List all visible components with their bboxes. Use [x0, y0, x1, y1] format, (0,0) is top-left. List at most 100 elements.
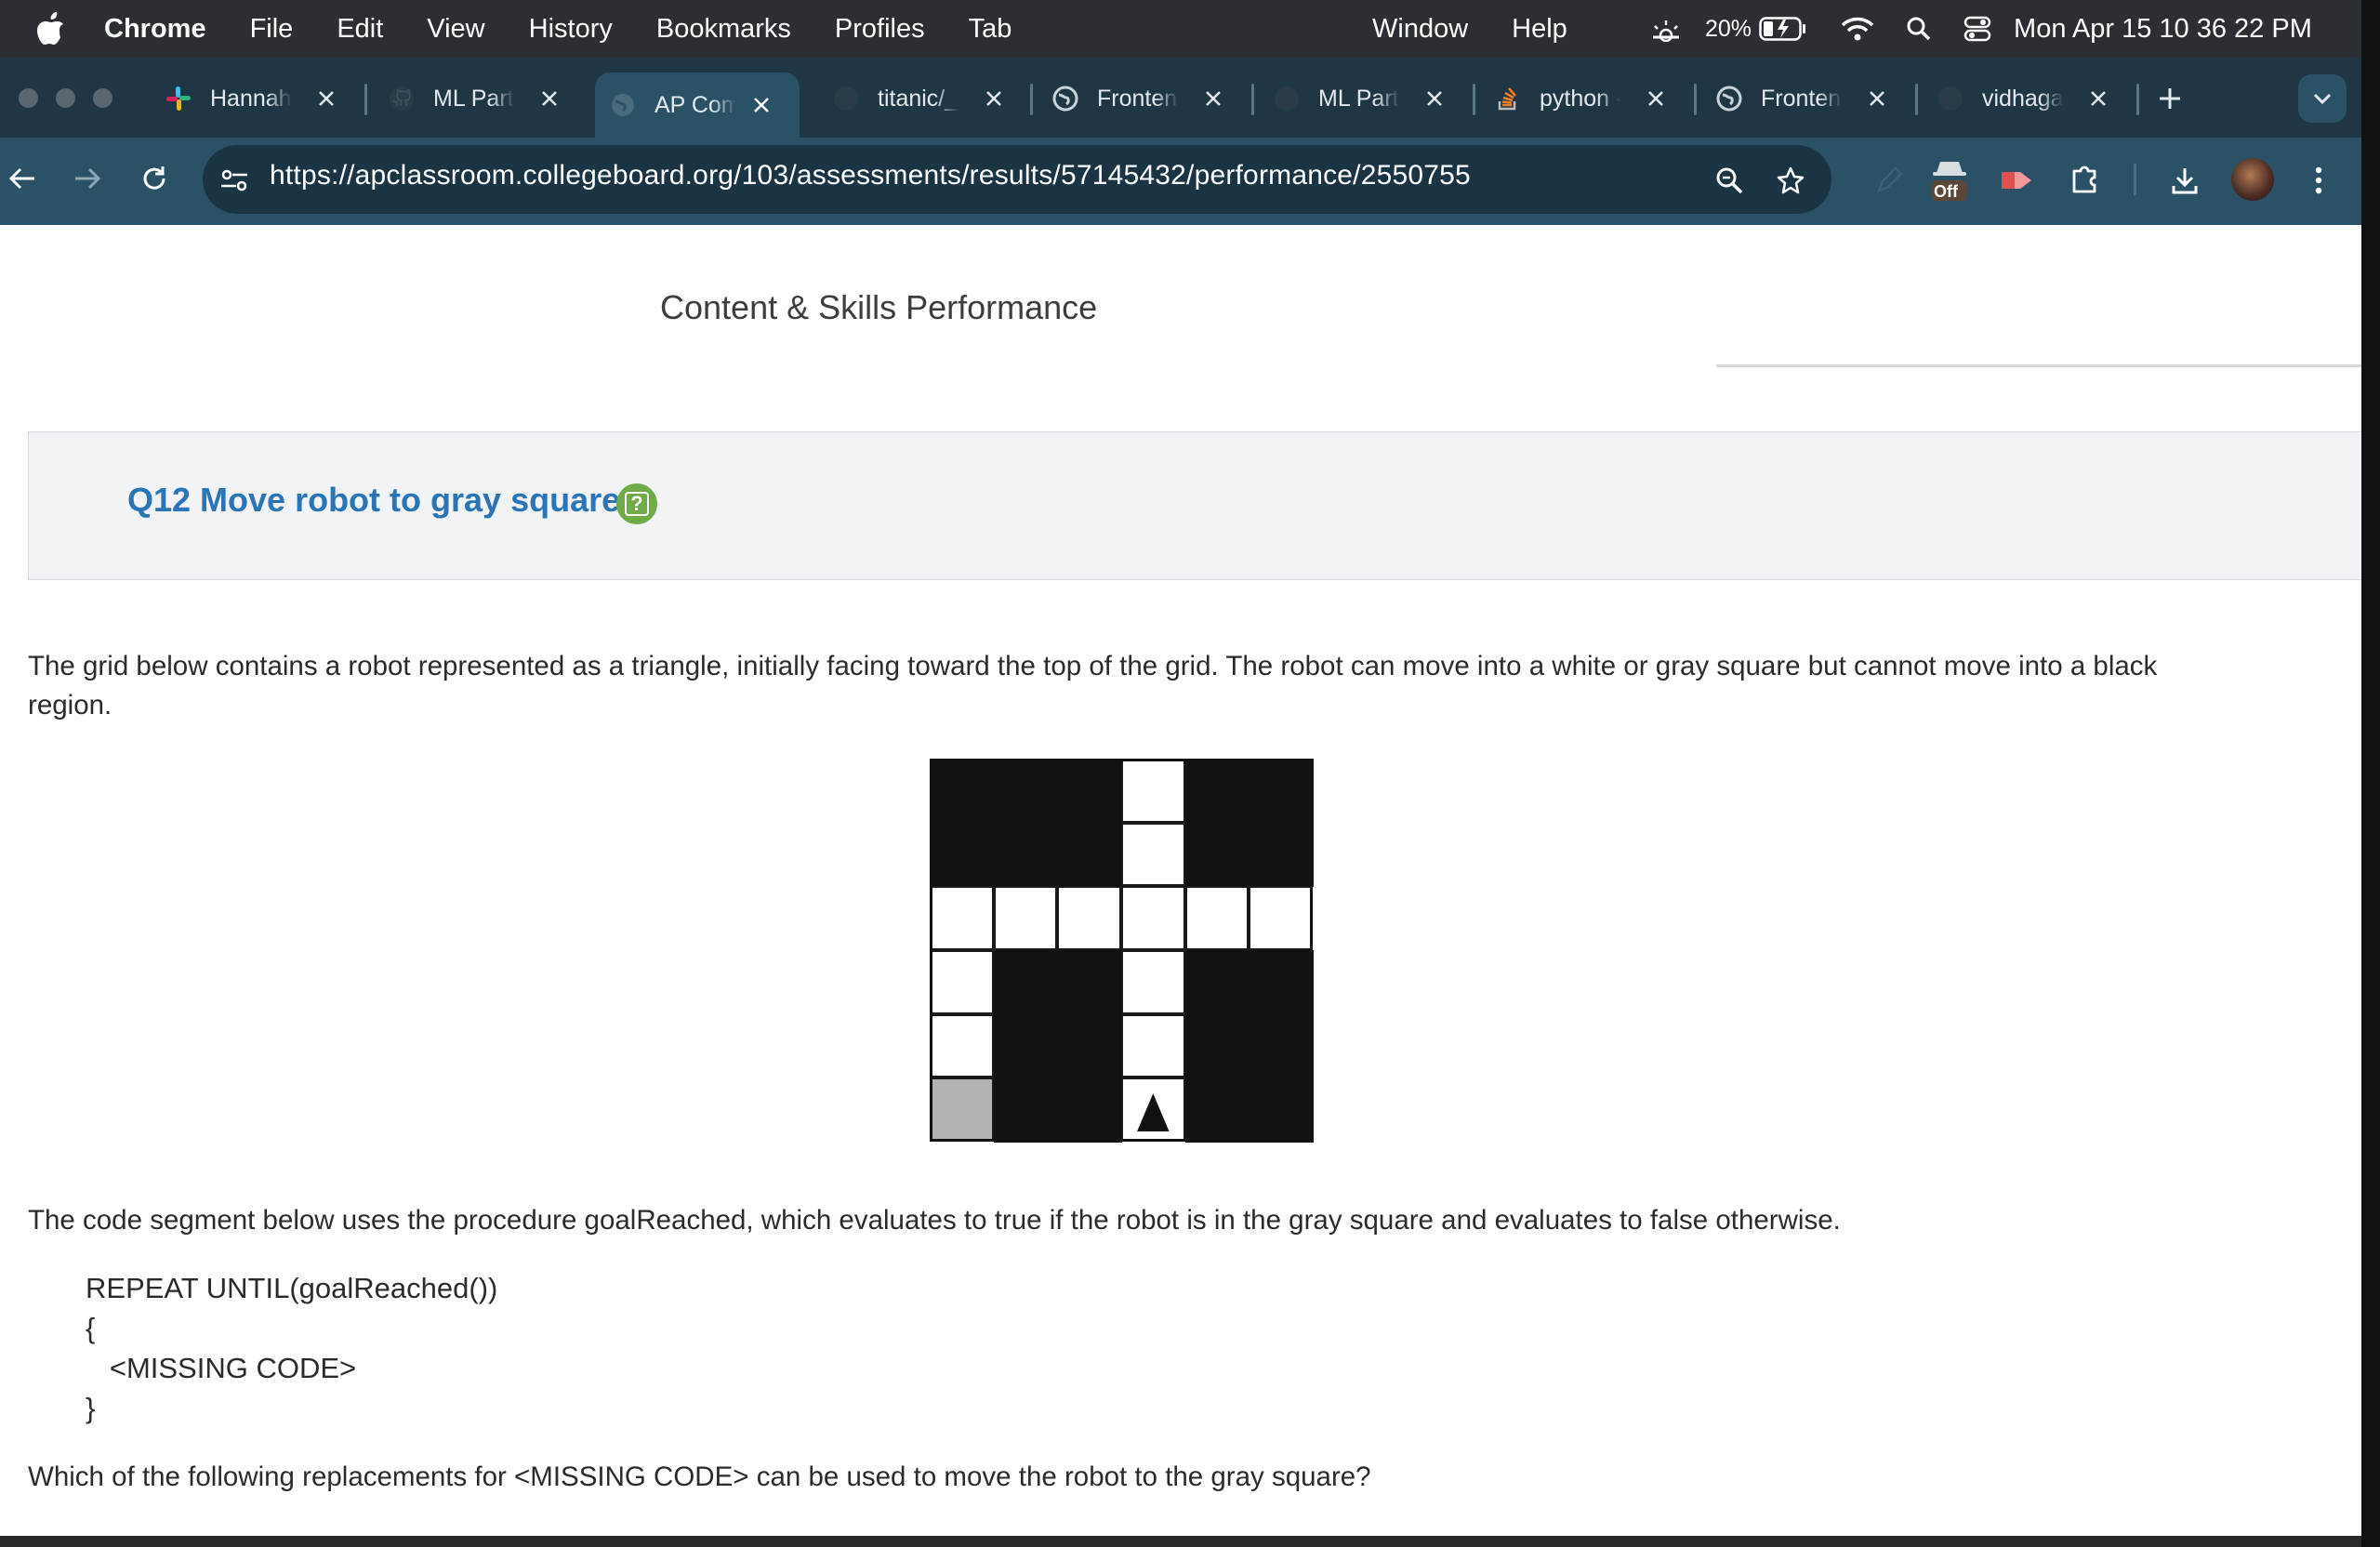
reload-button[interactable]: [136, 160, 173, 197]
grid-cell-black: [993, 822, 1059, 888]
tab-title: ML Part: [433, 85, 514, 112]
robot-triangle-icon: [1137, 1093, 1170, 1132]
grid-cell-black: [1184, 1013, 1250, 1079]
tab-ml-part-2[interactable]: ML Part: [1272, 73, 1447, 125]
desktop-strip: [0, 1536, 2361, 1547]
spotlight-search-icon[interactable]: [1906, 16, 1932, 42]
tab-frontend-2[interactable]: Frontend: [1714, 73, 1889, 125]
section-heading: Content & Skills Performance: [660, 288, 1098, 326]
menubar-clock[interactable]: Mon Apr 15 10 36 22 PM: [2014, 14, 2312, 45]
tab-ml-part-1[interactable]: ML Part: [387, 73, 562, 125]
tab-separator: [1694, 84, 1697, 115]
menu-window[interactable]: Window: [1372, 14, 1468, 45]
final-question: Which of the following replacements for …: [28, 1461, 1371, 1492]
toolbar-divider: [2134, 164, 2136, 195]
grid-cell-black: [1057, 759, 1122, 824]
tab-frontend-1[interactable]: Frontend: [1051, 73, 1225, 125]
close-icon[interactable]: [2086, 86, 2110, 111]
tab-python[interactable]: python -: [1493, 73, 1668, 125]
github-icon: [831, 84, 861, 113]
close-icon[interactable]: [982, 86, 1006, 111]
url-text[interactable]: https://apclassroom.collegeboard.org/103…: [270, 160, 1471, 192]
profile-avatar[interactable]: [2231, 158, 2274, 201]
tab-title: Hannah I: [210, 85, 292, 112]
globe-icon: [608, 90, 638, 120]
close-icon[interactable]: [1865, 86, 1889, 111]
tab-titanic[interactable]: titanic/_: [831, 73, 1006, 125]
menu-bookmarks[interactable]: Bookmarks: [656, 14, 791, 45]
battery-icon[interactable]: [1759, 17, 1807, 41]
tab-vidhagar[interactable]: vidhagar: [1936, 73, 2110, 125]
zoom-icon[interactable]: [1709, 160, 1750, 201]
menu-app-name[interactable]: Chrome: [104, 14, 206, 45]
grid-cell-robot: [1121, 1078, 1185, 1142]
grid-cell-black: [1057, 822, 1122, 888]
grid-cell-white: [1121, 886, 1185, 950]
question-title[interactable]: Q12 Move robot to gray square: [127, 481, 620, 520]
new-tab-button[interactable]: [2153, 82, 2187, 115]
menu-history[interactable]: History: [529, 14, 613, 45]
window-close-button[interactable]: [19, 88, 38, 108]
grid-cell-white: [1121, 822, 1185, 887]
grid-cell-goal: [930, 1078, 994, 1142]
chrome-menu-icon[interactable]: [2302, 160, 2335, 201]
extension-off-badge: Off: [1934, 182, 1958, 201]
grid-cell-white: [930, 1013, 994, 1078]
window-zoom-button[interactable]: [93, 88, 112, 108]
menu-profiles[interactable]: Profiles: [835, 14, 925, 45]
stackoverflow-icon: [1493, 84, 1523, 113]
tab-separator: [1915, 84, 1918, 115]
battery-percent: 20%: [1705, 15, 1752, 42]
close-icon[interactable]: [314, 86, 338, 111]
grid-cell-black: [993, 1013, 1059, 1079]
github-icon: [387, 84, 416, 113]
grid-cell-white: [1184, 886, 1250, 950]
help-symbol: ?: [625, 492, 649, 516]
close-icon[interactable]: [749, 93, 774, 117]
window-minimize-button[interactable]: [56, 88, 75, 108]
close-icon[interactable]: [1201, 86, 1225, 111]
forward-button[interactable]: [69, 160, 106, 197]
grid-cell-black: [930, 759, 995, 824]
grid-cell-black: [993, 759, 1059, 824]
extension-pen-icon[interactable]: [1869, 160, 1910, 201]
grid-cell-black: [1249, 1013, 1314, 1079]
menu-tab[interactable]: Tab: [969, 14, 1012, 45]
menu-file[interactable]: File: [250, 14, 294, 45]
extensions-puzzle-icon[interactable]: [2064, 158, 2105, 199]
incognito-extension-icon[interactable]: Off: [1924, 154, 1975, 206]
grid-cell-black: [930, 822, 995, 888]
code-line: <MISSING CODE>: [86, 1352, 357, 1384]
tab-search-button[interactable]: [2298, 74, 2347, 123]
grid-cell-white: [930, 886, 994, 950]
close-icon[interactable]: [1422, 86, 1447, 111]
screen-recorder-icon[interactable]: [1995, 160, 2038, 201]
code-line: {: [86, 1312, 96, 1344]
question-intro: The grid below contains a robot represen…: [28, 651, 2158, 721]
site-info-icon[interactable]: [214, 160, 255, 201]
close-icon[interactable]: [537, 86, 562, 111]
tab-separator: [2136, 84, 2139, 115]
question-card: Q12 Move robot to gray square ?: [28, 431, 2361, 580]
tab-title: vidhagar: [1982, 85, 2064, 112]
goal-description: The code segment below uses the procedur…: [28, 1205, 1841, 1236]
grid-cell-black: [1184, 950, 1250, 1015]
brightness-icon[interactable]: [1647, 15, 1685, 43]
back-button[interactable]: [4, 160, 41, 197]
close-icon[interactable]: [1644, 86, 1668, 111]
wifi-icon[interactable]: [1841, 16, 1874, 42]
apple-icon[interactable]: [35, 11, 71, 46]
code-segment: REPEAT UNTIL(goalReached()) { <MISSING C…: [86, 1268, 497, 1428]
download-icon[interactable]: [2164, 160, 2205, 201]
menu-edit[interactable]: Edit: [337, 14, 383, 45]
grid-cell-white: [1249, 886, 1313, 950]
help-icon[interactable]: ?: [616, 483, 657, 524]
tab-hannah[interactable]: Hannah I: [164, 73, 338, 125]
bookmark-star-icon[interactable]: [1770, 160, 1811, 201]
menu-help[interactable]: Help: [1512, 14, 1567, 45]
menu-view[interactable]: View: [427, 14, 484, 45]
tab-ap-comp[interactable]: AP Comp: [595, 73, 800, 138]
grid-cell-white: [930, 950, 994, 1014]
globe-icon: [1051, 84, 1080, 113]
control-center-icon[interactable]: [1964, 16, 1991, 42]
